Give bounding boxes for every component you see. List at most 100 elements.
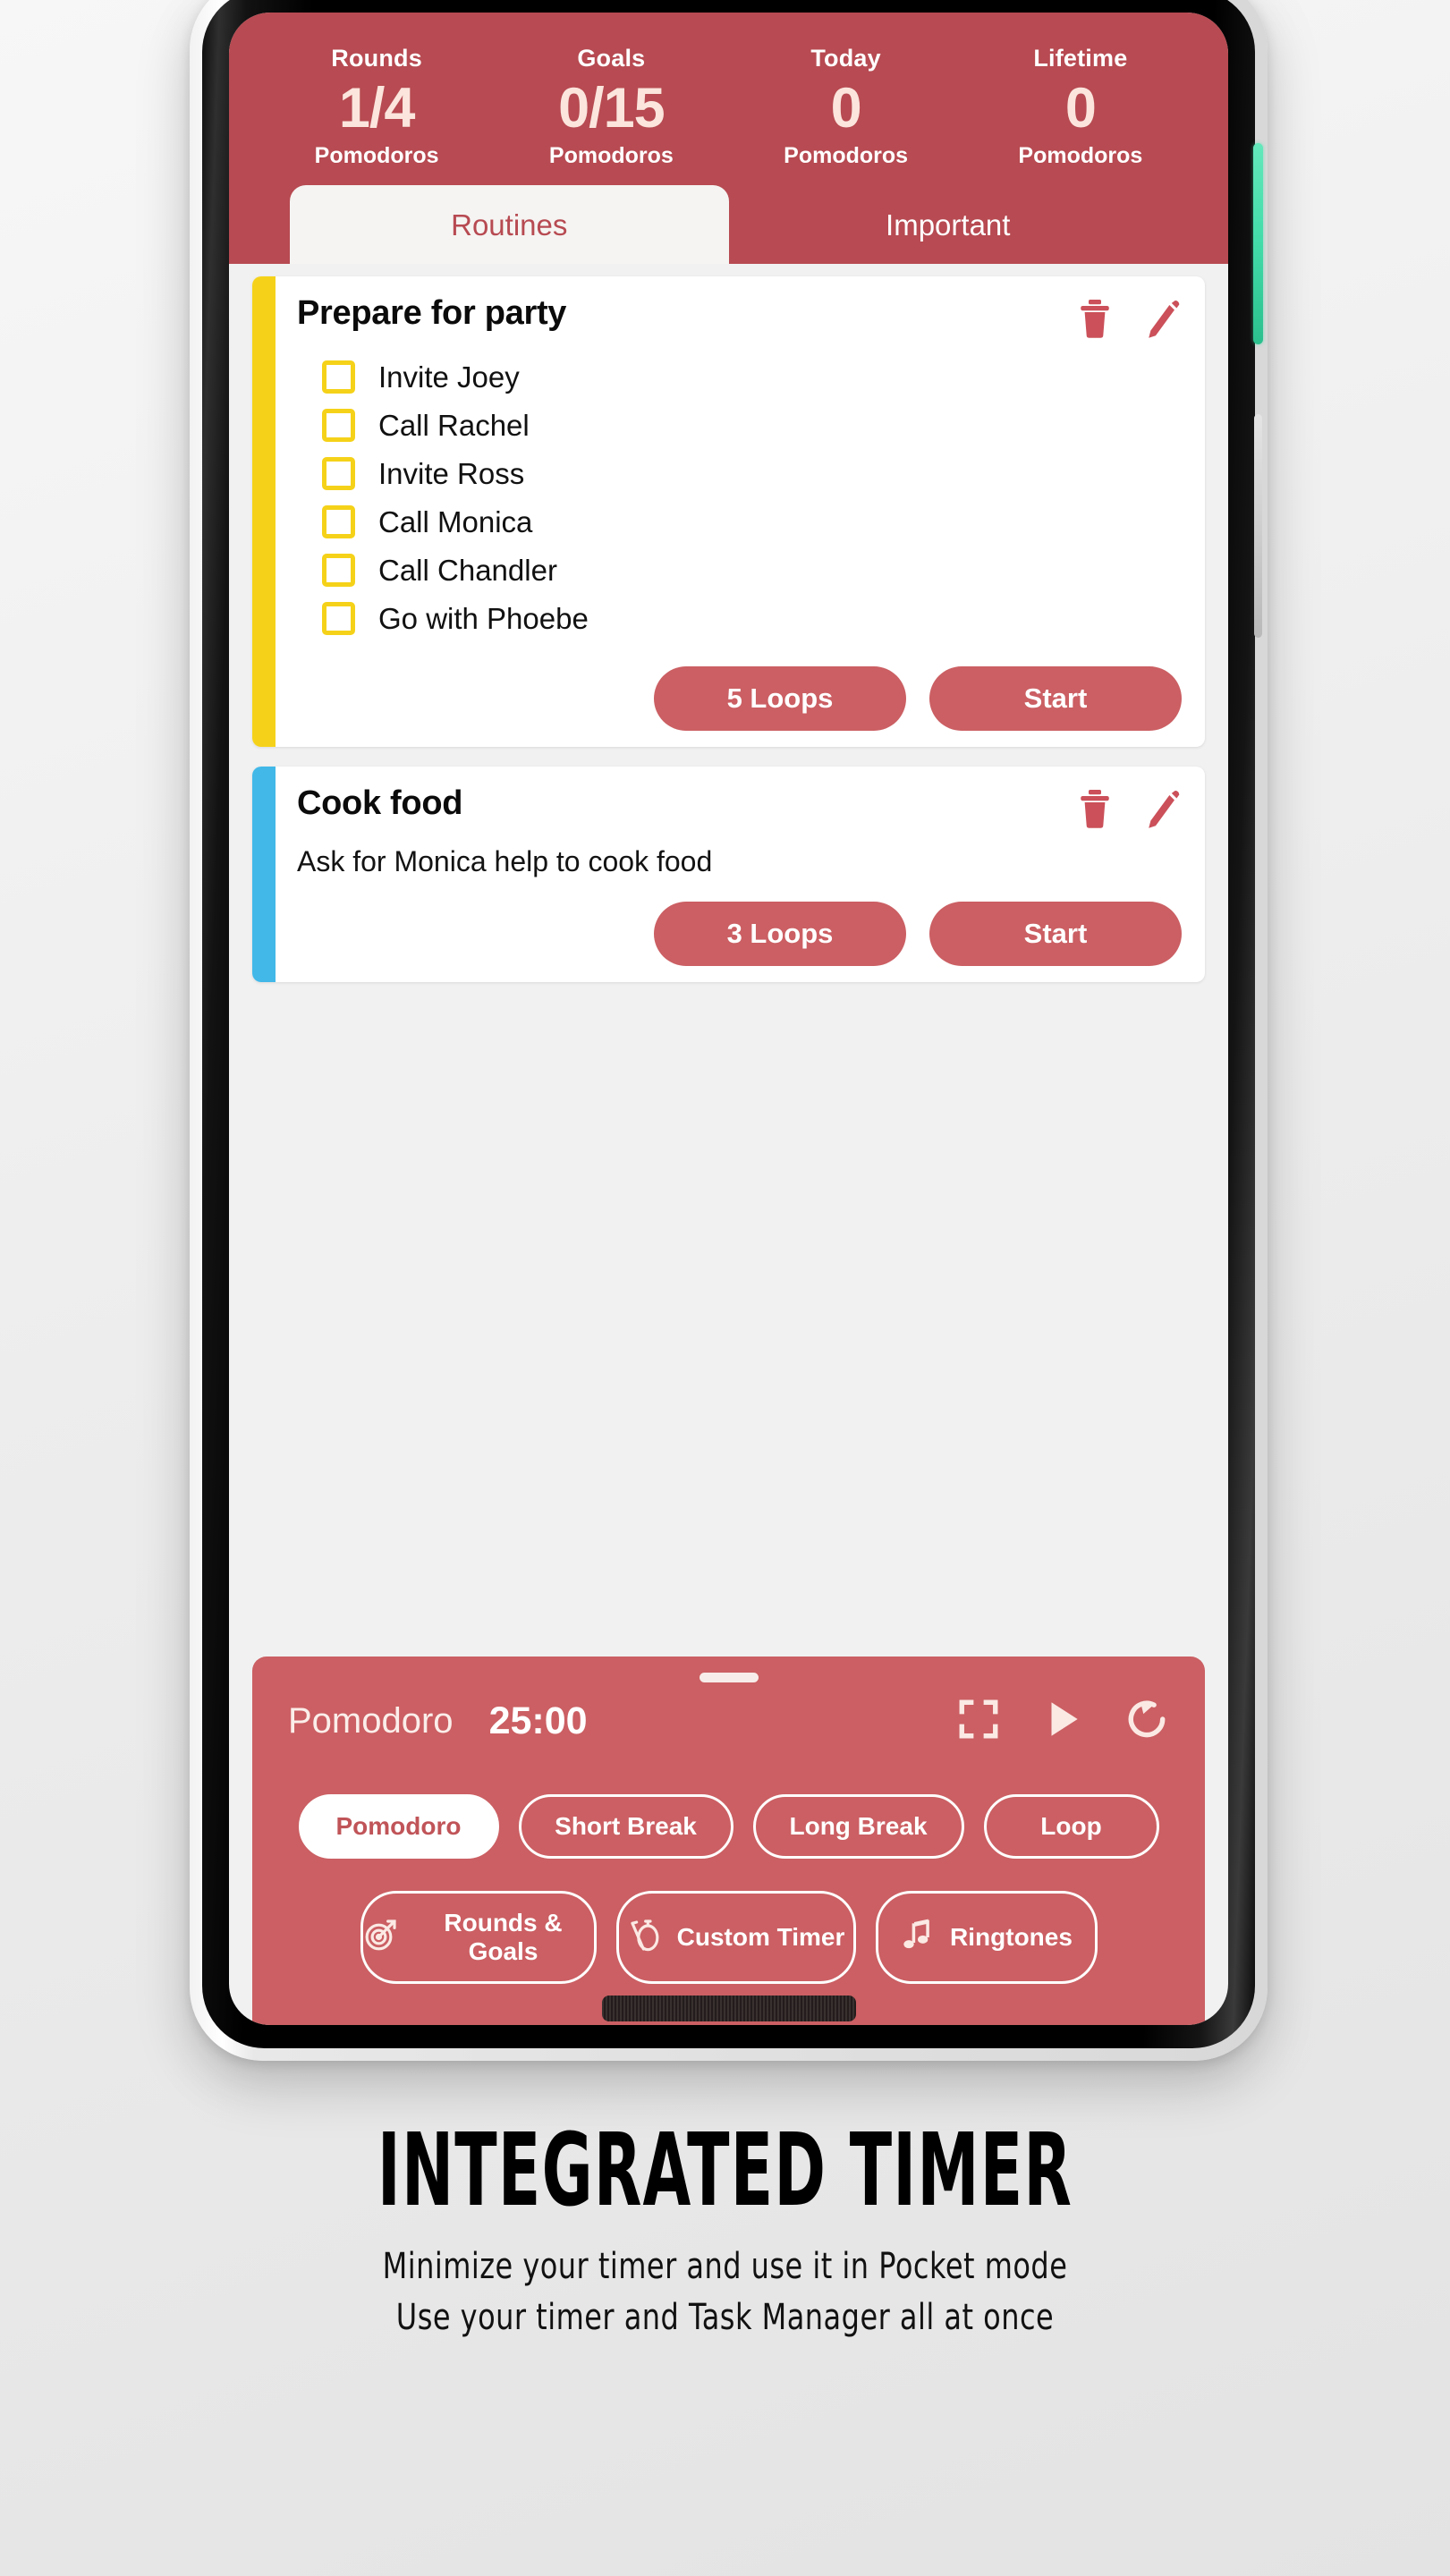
task-actions [1076,784,1182,829]
drag-handle[interactable] [699,1673,759,1682]
stat-column-goals: Goals 0/15 Pomodoros [494,45,728,169]
task-actions [1076,294,1182,339]
music-note-icon [900,1917,936,1959]
task-description: Ask for Monica help to cook food [297,844,713,877]
task-body: Cook food Ask for Monica help to cook fo… [276,767,1205,982]
chip-label: Rounds & Goals [444,1909,563,1965]
phone-screen: Rounds 1/4 Pomodoros Goals 0/15 Pomodoro… [229,13,1228,2025]
task-title: Cook food [297,784,463,822]
caption-block: INTEGRATED TIMER Minimize your timer and… [0,2120,1450,2343]
checkbox-icon[interactable] [322,409,355,443]
timer-controls [956,1697,1169,1746]
task-header: Prepare for party [297,294,1182,339]
chip-custom-timer[interactable]: Custom Timer [615,1891,856,1984]
checkbox-icon[interactable] [322,505,355,539]
task-accent-bar [252,275,276,747]
timer-mode-chips: Pomodoro Short Break Long Break Loop [252,1794,1205,1859]
checkbox-icon[interactable] [322,554,355,588]
task-buttons: 5 Loops Start [297,665,1182,731]
stat-label: Lifetime [1033,45,1128,72]
stat-value: 0 [830,77,862,140]
stat-unit: Pomodoros [314,142,439,168]
chip-long-break[interactable]: Long Break [752,1794,964,1859]
speaker-grille [601,1996,856,2021]
chip-short-break[interactable]: Short Break [518,1794,733,1859]
task-title: Prepare for party [297,293,567,332]
fullscreen-icon[interactable] [956,1697,1001,1746]
loops-button[interactable]: 3 Loops [654,901,906,966]
app-root: Rounds 1/4 Pomodoros Goals 0/15 Pomodoro… [229,13,1228,2025]
phone-frame: Rounds 1/4 Pomodoros Goals 0/15 Pomodoro… [190,0,1268,2061]
trash-icon[interactable] [1076,788,1114,829]
checklist-label: Invite Ross [378,456,525,490]
checklist-item[interactable]: Call Chandler [297,547,1182,595]
task-card[interactable]: Cook food Ask for Monica help to cook fo… [252,766,1205,982]
timer-panel: Pomodoro 25:00 Pomodoro Short Break Long… [252,1657,1205,2025]
start-button[interactable]: Start [929,665,1182,731]
stat-column-lifetime: Lifetime 0 Pomodoros [963,45,1198,169]
power-button[interactable] [1253,143,1263,344]
checklist-label: Call Chandler [378,553,557,587]
pencil-icon[interactable] [1144,298,1182,339]
chip-rounds-and-goals[interactable]: Rounds & Goals [360,1891,597,1984]
task-checklist: Invite Joey Call Rachel Invite Ross Call… [297,353,1182,643]
task-buttons: 3 Loops Start [297,901,1182,966]
task-accent-bar [252,766,276,982]
checkbox-icon[interactable] [322,360,355,394]
reset-icon[interactable] [1124,1697,1169,1746]
task-body: Prepare for party Invite Joey Call Rache… [276,276,1205,747]
timer-time: 25:00 [488,1699,588,1742]
subtitle-line: Use your timer and Task Manager all at o… [395,2297,1055,2339]
trash-icon[interactable] [1076,298,1114,339]
stat-label: Goals [577,45,646,72]
task-list: Prepare for party Invite Joey Call Rache… [229,263,1228,1657]
timer-settings-chips: Rounds & Goals Custom Timer Ringtones [252,1891,1205,1984]
checklist-label: Go with Phoebe [378,601,589,635]
timer-top-row: Pomodoro 25:00 [252,1688,1205,1746]
chip-ringtones[interactable]: Ringtones [875,1891,1098,1984]
stats-header: Rounds 1/4 Pomodoros Goals 0/15 Pomodoro… [229,13,1228,264]
stat-value: 1/4 [338,77,416,140]
headline: INTEGRATED TIMER [377,2113,1073,2229]
tab-important[interactable]: Important [729,185,1168,264]
stat-unit: Pomodoros [548,142,674,168]
stat-column-today: Today 0 Pomodoros [729,45,963,169]
pencil-icon[interactable] [1144,788,1182,829]
stat-value: 0/15 [558,77,666,140]
subtitle-line: Minimize your timer and use it in Pocket… [382,2246,1068,2288]
tab-routines[interactable]: Routines [290,184,729,264]
stats-row: Rounds 1/4 Pomodoros Goals 0/15 Pomodoro… [259,45,1198,169]
checklist-item[interactable]: Go with Phoebe [297,595,1182,643]
stat-column-rounds: Rounds 1/4 Pomodoros [259,45,494,169]
checkbox-icon[interactable] [322,602,355,636]
target-icon [363,1917,399,1959]
tabs-bar: Routines Important [259,184,1198,264]
checklist-item[interactable]: Call Monica [297,498,1182,547]
stat-label: Rounds [331,45,422,72]
play-icon[interactable] [1040,1697,1085,1746]
timer-mode-label: Pomodoro [288,1701,454,1741]
checklist-item[interactable]: Invite Ross [297,450,1182,498]
volume-button[interactable] [1254,414,1262,638]
stat-value: 0 [1064,77,1097,140]
stat-label: Today [810,45,881,72]
stat-unit: Pomodoros [1018,142,1143,168]
stopwatch-icon [627,1917,663,1959]
chip-label: Custom Timer [676,1923,845,1951]
chip-label: Ringtones [950,1923,1073,1951]
checklist-label: Invite Joey [378,360,520,394]
phone-bezel: Rounds 1/4 Pomodoros Goals 0/15 Pomodoro… [202,0,1263,2048]
checklist-label: Call Monica [378,504,533,538]
chip-pomodoro[interactable]: Pomodoro [298,1794,499,1859]
subtitle-block: Minimize your timer and use it in Pocket… [0,2241,1450,2343]
start-button[interactable]: Start [929,901,1182,966]
checklist-item[interactable]: Call Rachel [297,402,1182,450]
chip-loop[interactable]: Loop [983,1794,1159,1859]
task-header: Cook food [297,784,1182,829]
checkbox-icon[interactable] [322,457,355,491]
checklist-item[interactable]: Invite Joey [297,353,1182,402]
checklist-label: Call Rachel [378,408,530,442]
loops-button[interactable]: 5 Loops [654,665,906,731]
task-card[interactable]: Prepare for party Invite Joey Call Rache… [252,275,1205,747]
stat-unit: Pomodoros [784,142,909,168]
